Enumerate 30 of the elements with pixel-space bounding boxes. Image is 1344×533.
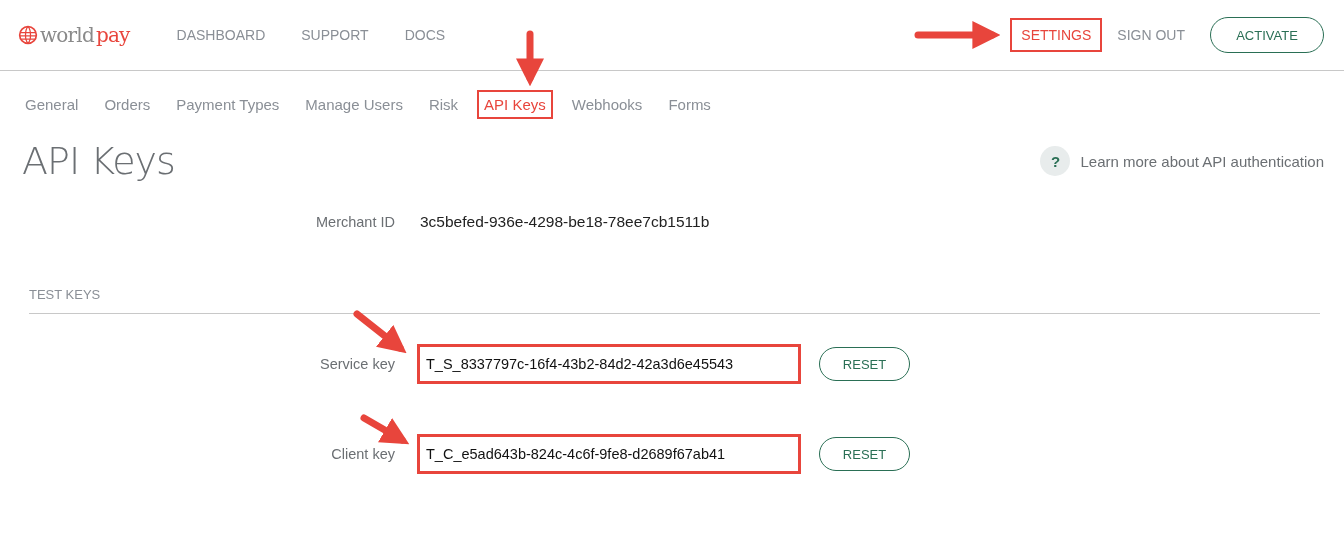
key-field[interactable]: T_S_8337797c-16f4-43b2-84d2-42a3d6e45543	[417, 344, 801, 384]
settings-tab[interactable]: Risk	[421, 90, 466, 119]
settings-tab[interactable]: Webhooks	[564, 90, 650, 119]
settings-tab[interactable]: Payment Types	[169, 90, 287, 119]
settings-tab[interactable]: API Keys	[477, 90, 553, 119]
annotation-arrow	[360, 414, 410, 445]
nav-link[interactable]: SUPPORT	[290, 18, 380, 52]
settings-tab[interactable]: General	[18, 90, 86, 119]
settings-tab[interactable]: Manage Users	[298, 90, 410, 119]
nav-link[interactable]: DOCS	[393, 18, 457, 52]
activate-button[interactable]: ACTIVATE	[1210, 17, 1324, 53]
field-label: Service key	[320, 356, 395, 372]
key-field[interactable]: T_C_e5ad643b-824c-4c6f-9fe8-d2689f67ab41	[417, 434, 801, 474]
globe-icon	[18, 25, 38, 45]
merchant-id-value: 3c5befed-936e-4298-be18-78ee7cb1511b	[420, 213, 710, 231]
page-title: API Keys	[22, 139, 175, 183]
field-label: Client key	[331, 446, 395, 462]
nav-link[interactable]: DASHBOARD	[165, 18, 277, 52]
settings-tab[interactable]: Forms	[661, 90, 718, 119]
help-link[interactable]: ? Learn more about API authentication	[1040, 146, 1324, 176]
nav-link[interactable]: SETTINGS	[1010, 18, 1103, 52]
annotation-arrow	[353, 310, 407, 354]
section-heading: TEST KEYS	[29, 287, 101, 302]
settings-tab[interactable]: Orders	[97, 90, 158, 119]
nav-link[interactable]: SIGN OUT	[1106, 18, 1196, 52]
reset-button[interactable]: RESET	[819, 347, 910, 381]
field-label: Merchant ID	[316, 214, 395, 230]
annotation-arrow	[516, 30, 544, 87]
logo[interactable]: worldpay	[18, 23, 130, 47]
reset-button[interactable]: RESET	[819, 437, 910, 471]
